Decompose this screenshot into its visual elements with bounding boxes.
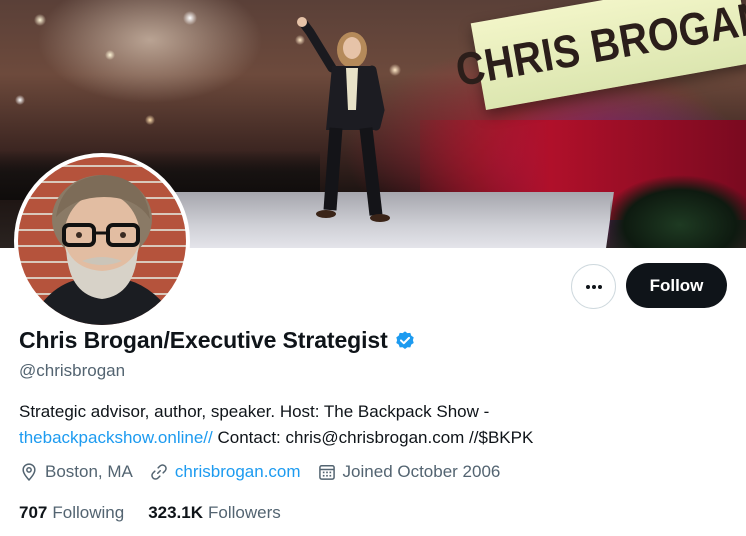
profile-website: chrisbrogan.com [149, 462, 301, 482]
bio-contact-text: Contact: chris@chrisbrogan.com //$BKPK [212, 428, 534, 447]
following-count: 707 [19, 503, 48, 522]
link-icon [151, 464, 167, 480]
verified-badge-icon[interactable] [394, 330, 416, 352]
banner-speaker-figure [297, 17, 390, 222]
profile-meta-row: Boston, MA chrisbrogan.com Joined Octobe… [19, 462, 516, 482]
followers-link[interactable]: 323.1K Followers [148, 503, 281, 523]
calendar-icon [318, 465, 335, 480]
profile-joined-text: Joined October 2006 [342, 462, 501, 481]
banner-sign-text: CHRIS BROGAN [451, 0, 746, 97]
profile-joined: Joined October 2006 [317, 462, 501, 482]
profile-location: Boston, MA [19, 462, 133, 482]
profile-display-name: Chris Brogan/Executive Strategist [19, 327, 388, 353]
location-pin-icon [22, 463, 36, 481]
banner-plants [610, 165, 746, 248]
followers-count: 323.1K [148, 503, 204, 522]
profile-stats: 707 Following 323.1K Followers [19, 503, 305, 523]
followers-label: Followers [208, 503, 281, 522]
bio-line: thebackpackshow.online// Contact: chris@… [19, 425, 719, 451]
bio-line: Strategic advisor, author, speaker. Host… [19, 402, 490, 421]
following-label: Following [52, 503, 125, 522]
avatar[interactable] [14, 153, 190, 329]
profile-website-link[interactable]: chrisbrogan.com [175, 462, 301, 482]
more-horizontal-icon [585, 284, 602, 289]
following-link[interactable]: 707 Following [19, 503, 124, 523]
profile-bio: Strategic advisor, author, speaker. Host… [19, 399, 719, 451]
banner-sign: CHRIS BROGAN [452, 0, 746, 111]
avatar-photo [18, 157, 186, 325]
more-options-button[interactable] [571, 264, 616, 309]
bio-link[interactable]: thebackpackshow.online// [19, 428, 213, 447]
profile-handle: @chrisbrogan [19, 361, 126, 380]
profile-name-row: Chris Brogan/Executive Strategist [19, 327, 416, 354]
follow-button[interactable]: Follow [626, 263, 727, 308]
profile-location-text: Boston, MA [45, 462, 133, 481]
